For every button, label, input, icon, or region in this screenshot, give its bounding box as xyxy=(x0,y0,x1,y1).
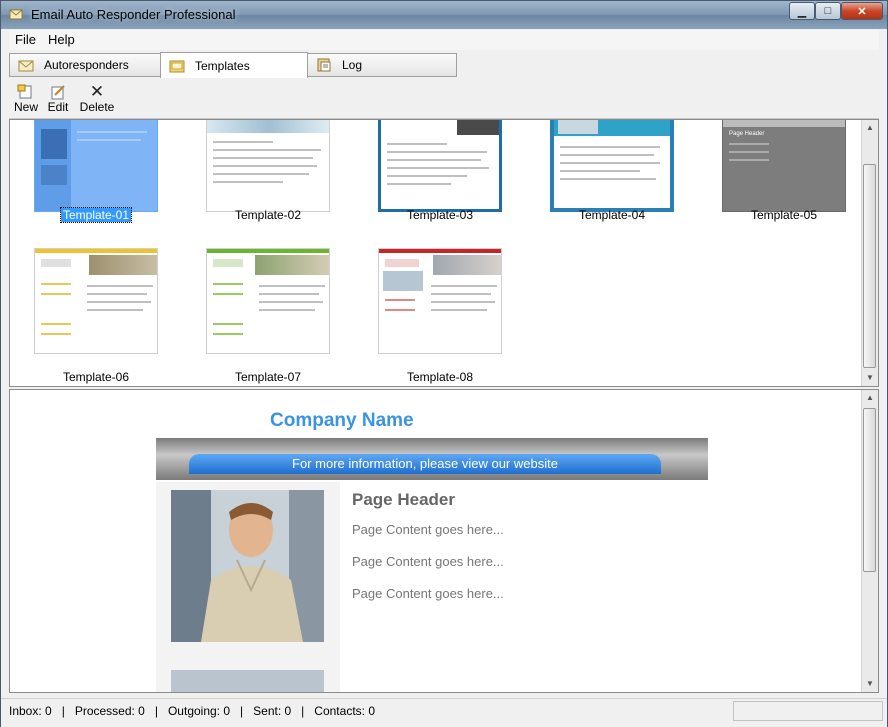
new-label: New xyxy=(13,100,38,114)
template-thumbnail[interactable] xyxy=(206,248,330,354)
template-label[interactable]: Template-05 xyxy=(714,208,854,222)
template-thumbnail[interactable] xyxy=(378,248,502,354)
content-line: Page Content goes here... xyxy=(352,554,504,569)
status-counts: Inbox: 0 | Processed: 0 | Outgoing: 0 | … xyxy=(9,704,375,718)
template-thumbnail[interactable] xyxy=(34,248,158,354)
company-name: Company Name xyxy=(270,410,414,431)
title-bar[interactable]: Email Auto Responder Professional ▁ □ ✕ xyxy=(1,1,887,29)
tab-log[interactable]: Log xyxy=(307,53,457,77)
edit-document-icon xyxy=(51,85,65,100)
template-thumbnail[interactable] xyxy=(378,120,502,212)
status-bar: Inbox: 0 | Processed: 0 | Outgoing: 0 | … xyxy=(1,698,887,727)
menu-bar: File Help xyxy=(9,30,879,50)
template-thumbnail[interactable] xyxy=(550,120,674,212)
scroll-thumb[interactable] xyxy=(863,408,876,572)
minimize-button[interactable]: ▁ xyxy=(789,2,815,20)
window-title: Email Auto Responder Professional xyxy=(31,7,236,22)
template-thumbnail[interactable]: Page Header xyxy=(722,120,846,212)
template-thumbnail[interactable] xyxy=(206,120,330,212)
scroll-up-icon[interactable]: ▲ xyxy=(862,120,878,136)
new-button[interactable]: New xyxy=(9,82,43,116)
main-window: Email Auto Responder Professional ▁ □ ✕ … xyxy=(0,0,888,727)
banner-frame: For more information, please view our we… xyxy=(156,438,708,480)
template-thumbnail[interactable] xyxy=(34,120,158,212)
tab-label: Log xyxy=(342,58,363,72)
tab-label: Templates xyxy=(195,58,250,73)
minimize-icon: ▁ xyxy=(797,5,807,18)
delete-button[interactable]: ✕ Delete xyxy=(77,82,117,116)
toolbar: New Edit ✕ Delete xyxy=(9,80,879,119)
person-image xyxy=(171,490,324,642)
edit-button[interactable]: Edit xyxy=(41,82,75,116)
delete-label: Delete xyxy=(79,100,115,114)
template-preview: Company Name For more information, pleas… xyxy=(9,389,879,693)
template-label[interactable]: Template-03 xyxy=(370,208,510,222)
secondary-photo xyxy=(171,670,324,692)
envelope-icon xyxy=(18,60,34,72)
gallery-scrollbar[interactable]: ▲ ▼ xyxy=(861,120,878,386)
tab-strip: Autoresponders Templates Log xyxy=(9,51,879,79)
scroll-down-icon[interactable]: ▼ xyxy=(862,676,878,692)
template-gallery: Page Header Template-01 Template-02 Temp… xyxy=(9,119,879,387)
template-label[interactable]: Template-07 xyxy=(198,370,338,384)
close-button[interactable]: ✕ xyxy=(841,2,883,20)
close-icon: ✕ xyxy=(857,5,867,18)
delete-icon: ✕ xyxy=(89,82,105,101)
template-label[interactable]: Template-08 xyxy=(370,370,510,384)
content-line: Page Content goes here... xyxy=(352,586,504,601)
template-folder-icon xyxy=(169,60,185,72)
template-label[interactable]: Template-06 xyxy=(26,370,166,384)
maximize-icon: □ xyxy=(824,5,832,17)
scroll-thumb[interactable] xyxy=(863,164,876,368)
log-book-icon xyxy=(317,58,331,72)
menu-file[interactable]: File xyxy=(15,32,36,47)
tab-templates[interactable]: Templates xyxy=(160,52,308,78)
template-label[interactable]: Template-01 xyxy=(26,207,166,223)
website-banner[interactable]: For more information, please view our we… xyxy=(189,454,661,474)
page-header: Page Header xyxy=(352,490,455,509)
status-pane xyxy=(733,701,883,721)
content-line: Page Content goes here... xyxy=(352,522,504,537)
left-column xyxy=(156,482,340,692)
maximize-button[interactable]: □ xyxy=(815,2,841,20)
scroll-down-icon[interactable]: ▼ xyxy=(862,370,878,386)
template-label[interactable]: Template-02 xyxy=(198,208,338,222)
person-photo xyxy=(171,490,324,642)
content-card: Page Header Page Content goes here... Pa… xyxy=(156,482,708,692)
tab-label: Autoresponders xyxy=(44,58,129,72)
envelope-icon xyxy=(9,9,23,20)
tab-autoresponders[interactable]: Autoresponders xyxy=(9,53,161,77)
edit-label: Edit xyxy=(47,100,69,114)
template-label[interactable]: Template-04 xyxy=(542,208,682,222)
preview-scrollbar[interactable]: ▲ ▼ xyxy=(861,390,878,692)
new-document-icon xyxy=(17,84,32,99)
scroll-up-icon[interactable]: ▲ xyxy=(862,390,878,406)
menu-help[interactable]: Help xyxy=(48,32,75,47)
